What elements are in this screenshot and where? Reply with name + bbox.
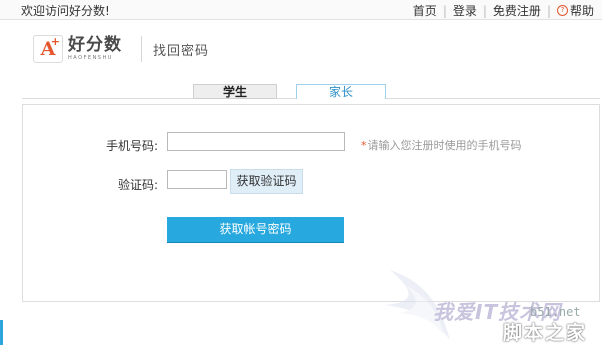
logo-plus: +	[50, 35, 60, 48]
left-edge-accent	[0, 320, 3, 345]
phone-input[interactable]	[167, 132, 345, 151]
help-link[interactable]: 帮助	[570, 2, 594, 19]
phone-hint: *请输入您注册时使用的手机号码	[361, 137, 522, 153]
separator: |	[482, 3, 487, 18]
code-label: 验证码:	[117, 178, 158, 192]
separator: |	[442, 3, 447, 18]
phone-hint-text: 请输入您注册时使用的手机号码	[367, 139, 522, 152]
tab-parent[interactable]: 家长	[296, 84, 386, 99]
site-logo[interactable]: A + 好分数 HAOFENSHU	[33, 33, 129, 65]
logo-subtitle: HAOFENSHU	[68, 55, 113, 61]
logo-name: 好分数	[68, 35, 122, 55]
top-bar: 欢迎访问好分数! 首页 | 登录 | 免费注册 | ? 帮助	[0, 0, 602, 20]
watermark-site: b51.net	[530, 305, 581, 319]
logo-text: 好分数 HAOFENSHU	[68, 36, 122, 62]
verification-code-input[interactable]	[167, 170, 227, 189]
separator: |	[546, 3, 551, 18]
header-divider	[141, 36, 142, 62]
home-link[interactable]: 首页	[413, 2, 437, 19]
top-links: 首页 | 登录 | 免费注册 | ? 帮助	[413, 2, 594, 19]
welcome-text: 欢迎访问好分数!	[21, 4, 110, 18]
tab-student[interactable]: 学生	[193, 84, 277, 99]
watermark-stamp: 脚本之家	[503, 322, 588, 344]
required-star: *	[361, 139, 367, 152]
get-code-button[interactable]: 获取验证码	[230, 169, 303, 194]
page-title: 找回密码	[153, 44, 210, 59]
phone-label: 手机号码:	[105, 139, 158, 153]
get-account-password-button[interactable]: 获取帐号密码	[167, 217, 344, 242]
register-link[interactable]: 免费注册	[493, 2, 541, 19]
help-icon[interactable]: ?	[556, 5, 568, 16]
login-link[interactable]: 登录	[453, 2, 477, 19]
logo-mark-icon: A +	[33, 35, 63, 63]
